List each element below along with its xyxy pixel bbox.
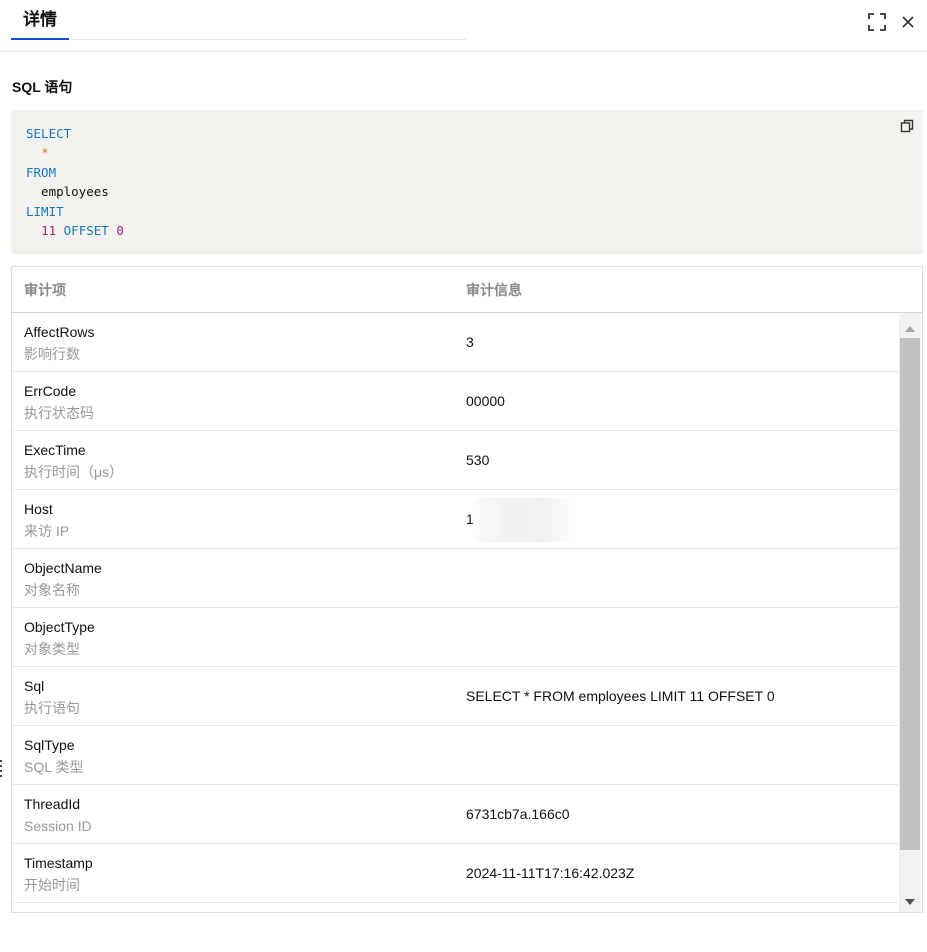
audit-item-description: SQL 类型 — [24, 759, 84, 775]
sql-token: employees — [26, 184, 109, 200]
audit-item-description: 开始时间 — [24, 877, 80, 893]
audit-info-value: 6731cb7a.166c0 — [466, 806, 570, 822]
audit-info-value: 00000 — [466, 393, 505, 409]
audit-item-name: Timestamp — [24, 855, 93, 871]
sql-token: 0 — [116, 223, 124, 239]
drag-handle-icon[interactable] — [0, 759, 4, 777]
tab-bar: 详情 — [11, 0, 466, 40]
redacted-value-blur — [472, 498, 572, 542]
audit-item-cell: ExecTime 执行时间（μs） — [24, 441, 123, 481]
table-row: ErrCode 执行状态码 00000 — [12, 372, 898, 431]
sql-token: 11 — [41, 223, 57, 239]
table-row: ExecTime 执行时间（μs） 530 — [12, 431, 898, 490]
audit-info-value: 2024-11-11T17:16:42.023Z — [466, 865, 635, 881]
audit-item-name: Host — [24, 501, 53, 517]
section-title: SQL 语句 — [12, 79, 73, 95]
audit-item-name: ObjectName — [24, 560, 102, 576]
audit-item-description: 对象类型 — [24, 641, 80, 657]
audit-item-name: Sql — [24, 678, 45, 694]
audit-item-name: ErrCode — [24, 383, 77, 399]
audit-item-cell: Timestamp 开始时间 — [24, 854, 93, 894]
audit-item-description: 执行时间（μs） — [24, 464, 124, 480]
audit-item-name: ExecTime — [24, 442, 86, 458]
audit-item-cell: SqlType SQL 类型 — [24, 736, 83, 776]
audit-item-description: 执行语句 — [24, 700, 80, 716]
sql-code-block: SELECT * FROM employees LIMIT 11 OFFSET … — [11, 110, 923, 254]
tab-detail[interactable]: 详情 — [11, 0, 69, 40]
audit-item-description: 对象名称 — [24, 582, 80, 598]
table-row: Timestamp 开始时间 2024-11-11T17:16:42.023Z — [12, 844, 898, 903]
audit-info-value: SELECT * FROM employees LIMIT 11 OFFSET … — [466, 688, 775, 704]
audit-item-description: 执行状态码 — [24, 405, 94, 421]
detail-drawer: 详情 SQL 语句 SELECT * FROM employees LIMIT … — [0, 0, 927, 952]
audit-item-cell: ThreadId Session ID — [24, 795, 92, 835]
scroll-up-arrow-icon[interactable] — [904, 321, 916, 332]
table-row: Host 来访 IP 1 — [12, 490, 898, 549]
audit-item-name: AffectRows — [24, 324, 95, 340]
scroll-down-arrow-icon[interactable] — [904, 894, 916, 905]
audit-table: 审计项 审计信息 AffectRows 影响行数 3 ErrCode 执行状态码 0000… — [11, 266, 923, 913]
audit-item-cell: ObjectType 对象类型 — [24, 618, 95, 658]
audit-item-name: ThreadId — [24, 796, 81, 812]
audit-info-value: 530 — [466, 452, 490, 468]
sql-token: OFFSET — [63, 223, 109, 239]
table-row: SqlType SQL 类型 — [12, 726, 898, 785]
column-header-item: 审计项 — [24, 282, 66, 298]
audit-info-value: 3 — [466, 334, 474, 350]
audit-item-description: 影响行数 — [24, 346, 80, 362]
drawer-header: 详情 — [0, 0, 927, 52]
audit-item-cell: Sql 执行语句 — [24, 677, 80, 717]
sql-token: FROM — [26, 164, 57, 180]
audit-item-cell: Host 来访 IP — [24, 500, 69, 540]
scrollbar[interactable] — [899, 313, 921, 912]
audit-item-cell: AffectRows 影响行数 — [24, 323, 95, 363]
table-row: ObjectType 对象类型 — [12, 608, 898, 667]
audit-item-description: Session ID — [24, 818, 92, 834]
sql-code: SELECT * FROM employees LIMIT 11 OFFSET … — [26, 124, 124, 240]
audit-item-cell: ObjectName 对象名称 — [24, 559, 102, 599]
audit-item-name: ObjectType — [24, 619, 95, 635]
audit-item-cell: ErrCode 执行状态码 — [24, 382, 94, 422]
sql-token: LIMIT — [26, 203, 64, 219]
sql-token: * — [41, 145, 49, 161]
table-header: 审计项 审计信息 — [12, 267, 922, 313]
table-body[interactable]: AffectRows 影响行数 3 ErrCode 执行状态码 00000 ExecTime… — [12, 313, 898, 912]
table-row: Sql 执行语句 SELECT * FROM employees LIMIT 11 … — [12, 667, 898, 726]
copy-icon[interactable] — [900, 119, 914, 133]
scrollbar-thumb[interactable] — [900, 338, 920, 850]
audit-item-description: 来访 IP — [24, 523, 70, 539]
close-icon[interactable] — [898, 12, 918, 32]
sql-token: SELECT — [26, 126, 72, 141]
table-row: ObjectName 对象名称 — [12, 549, 898, 608]
fullscreen-icon[interactable] — [867, 12, 887, 32]
table-row: ThreadId Session ID 6731cb7a.166c0 — [12, 785, 898, 844]
audit-item-name: SqlType — [24, 737, 75, 753]
table-row: AffectRows 影响行数 3 — [12, 313, 898, 372]
column-header-info: 审计信息 — [466, 282, 522, 298]
